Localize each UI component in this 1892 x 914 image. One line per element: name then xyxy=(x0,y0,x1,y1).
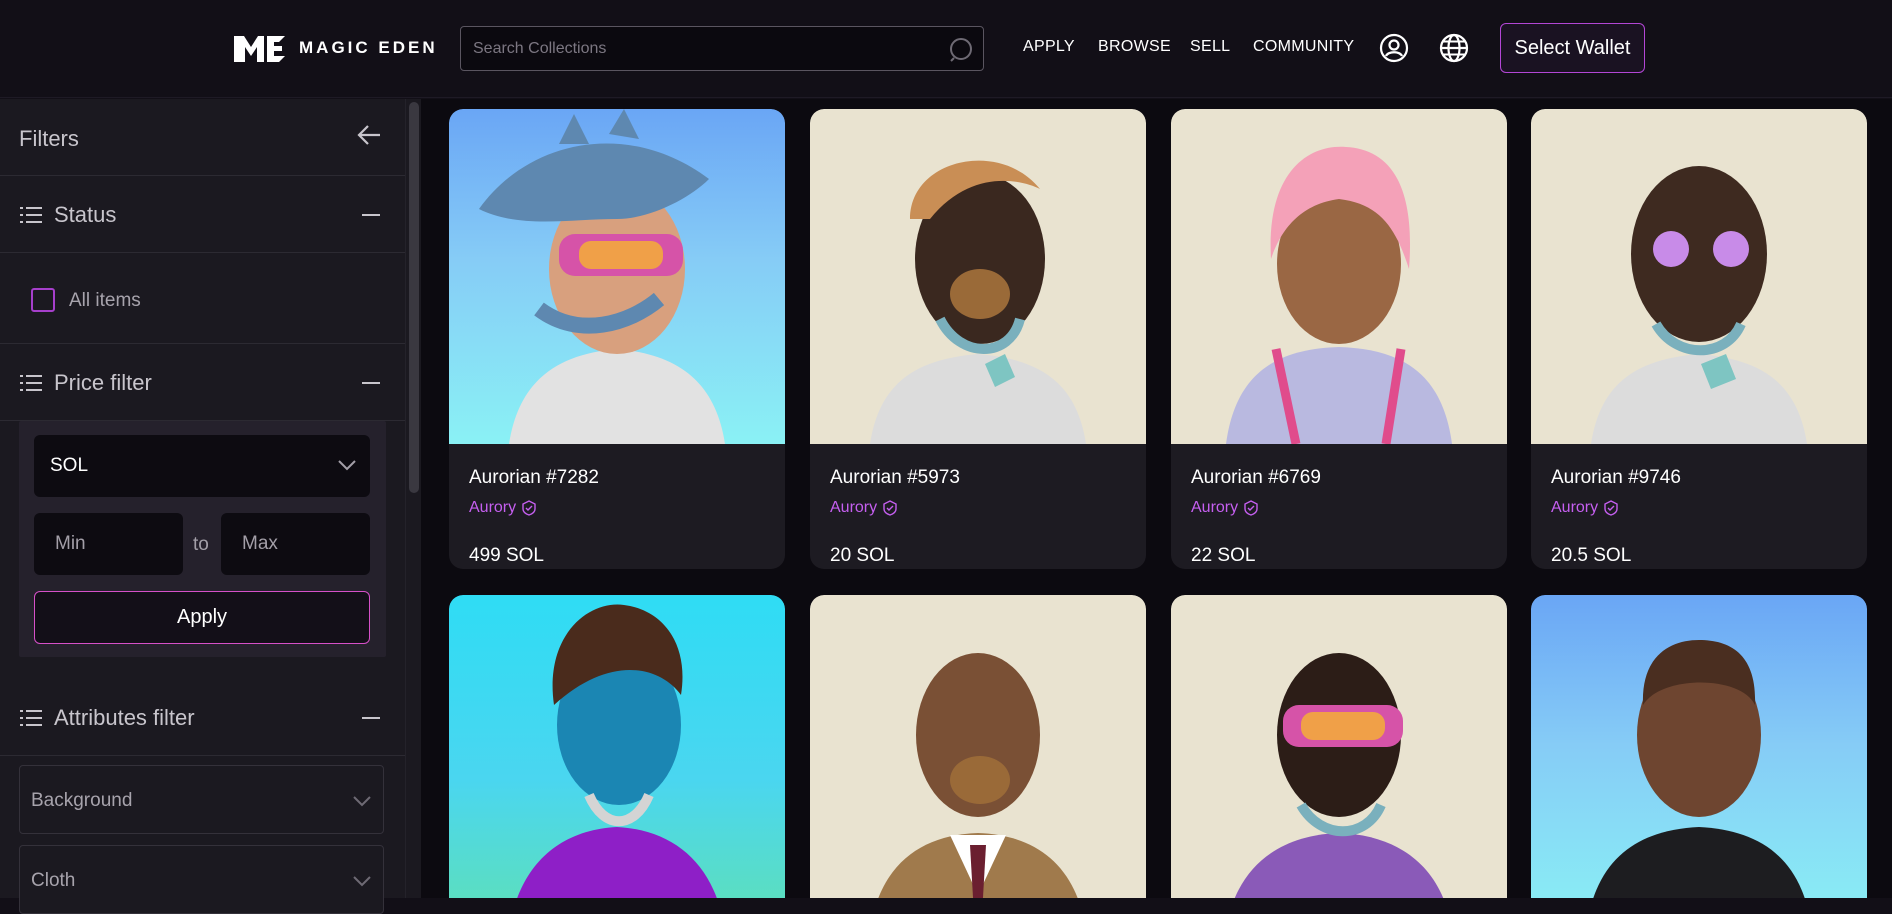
currency-value: SOL xyxy=(50,455,89,476)
min-price-field[interactable] xyxy=(34,513,183,575)
nft-card[interactable]: Aurorian #9746 Aurory 20.5 SOL xyxy=(1531,109,1867,569)
chevron-down-icon xyxy=(338,460,356,471)
aurorian-avatar-image xyxy=(1593,640,1805,898)
cloth-attribute-select[interactable]: Cloth xyxy=(19,845,384,914)
background-attribute-select[interactable]: Background xyxy=(19,765,384,834)
status-label: Status xyxy=(54,202,117,227)
nav-apply[interactable]: APPLY xyxy=(1023,38,1075,56)
nft-card[interactable]: Aurorian #6769 Aurory 22 SOL xyxy=(1171,109,1507,569)
nft-image[interactable] xyxy=(449,109,785,444)
min-price-input[interactable] xyxy=(34,513,183,575)
filters-title: Filters xyxy=(19,126,79,151)
top-header: MAGIC EDEN APPLY BROWSE SELL COMMUNITY S… xyxy=(0,0,1892,98)
sidebar-scrollbar[interactable] xyxy=(405,99,421,898)
nft-card[interactable]: Aurorian #5973 Aurory 20 SOL xyxy=(810,109,1146,569)
max-price-field[interactable] xyxy=(221,513,370,575)
collection-link[interactable]: Aurory xyxy=(1191,499,1259,517)
verified-badge-icon xyxy=(1244,500,1258,516)
verified-badge-icon xyxy=(522,500,536,516)
chevron-down-icon xyxy=(353,796,371,807)
collection-link[interactable]: Aurory xyxy=(1551,499,1619,517)
globe-icon[interactable] xyxy=(1439,33,1469,63)
nft-price: 499 SOL xyxy=(469,545,544,566)
list-icon xyxy=(20,375,42,391)
nft-price: 20 SOL xyxy=(830,545,895,566)
collection-link[interactable]: Aurory xyxy=(469,499,537,517)
nft-grid: Aurorian #7282 Aurory 499 SOL Aurorian #… xyxy=(421,99,1892,898)
select-wallet-button[interactable]: Select Wallet xyxy=(1500,23,1645,73)
aurorian-avatar-image xyxy=(479,109,725,444)
list-icon xyxy=(20,710,42,726)
nft-price: 20.5 SOL xyxy=(1551,545,1632,566)
scrollbar-thumb[interactable] xyxy=(409,102,419,493)
nft-card[interactable] xyxy=(449,595,785,898)
all-items-checkbox[interactable] xyxy=(31,288,55,312)
collection-link[interactable]: Aurory xyxy=(830,499,898,517)
nav-sell[interactable]: SELL xyxy=(1190,38,1230,56)
verified-badge-icon xyxy=(883,500,897,516)
nft-name: Aurorian #7282 xyxy=(469,467,599,488)
search-icon[interactable] xyxy=(947,36,975,64)
collection-name: Aurory xyxy=(1191,499,1239,516)
nft-card[interactable] xyxy=(1531,595,1867,898)
max-price-input[interactable] xyxy=(221,513,370,575)
nft-name: Aurorian #6769 xyxy=(1191,467,1321,488)
nft-image[interactable] xyxy=(810,595,1146,898)
chevron-down-icon xyxy=(353,876,371,887)
background-attribute-label: Background xyxy=(31,790,133,811)
price-filter-section-header[interactable]: Price filter xyxy=(0,344,405,421)
filters-header: Filters xyxy=(0,99,405,176)
logo-text: MAGIC EDEN xyxy=(299,38,438,57)
nft-card[interactable] xyxy=(1171,595,1507,898)
aurorian-avatar-image xyxy=(870,160,1086,444)
nft-card[interactable] xyxy=(810,595,1146,898)
price-filter-label: Price filter xyxy=(54,370,152,395)
price-filter-panel: SOL to Apply xyxy=(19,421,386,657)
currency-select[interactable]: SOL xyxy=(34,435,370,497)
nft-image[interactable] xyxy=(1171,595,1507,898)
nft-card[interactable]: Aurorian #7282 Aurory 499 SOL xyxy=(449,109,785,569)
nft-name: Aurorian #9746 xyxy=(1551,467,1681,488)
list-icon xyxy=(20,207,42,223)
nft-image[interactable] xyxy=(1531,595,1867,898)
aurorian-avatar-image xyxy=(1234,653,1444,898)
nft-image[interactable] xyxy=(1531,109,1867,444)
arrow-left-icon[interactable] xyxy=(355,121,383,149)
nft-image[interactable] xyxy=(449,595,785,898)
aurorian-avatar-image xyxy=(1226,146,1452,444)
collection-name: Aurory xyxy=(469,499,517,516)
attributes-filter-label: Attributes filter xyxy=(54,705,195,730)
nav-browse[interactable]: BROWSE xyxy=(1098,38,1171,56)
nft-price: 22 SOL xyxy=(1191,545,1256,566)
aurorian-avatar-image xyxy=(878,653,1078,898)
aurorian-avatar-image xyxy=(517,604,717,898)
filters-sidebar: Filters Status All items Price filter SO… xyxy=(0,99,405,914)
attributes-filter-section-header[interactable]: Attributes filter xyxy=(0,679,405,756)
to-label: to xyxy=(193,534,209,555)
search-input[interactable] xyxy=(461,27,983,70)
nft-name: Aurorian #5973 xyxy=(830,467,960,488)
apply-price-button[interactable]: Apply xyxy=(34,591,370,644)
user-icon[interactable] xyxy=(1379,33,1409,63)
collection-name: Aurory xyxy=(1551,499,1599,516)
collapse-icon[interactable] xyxy=(362,717,380,719)
status-section-header[interactable]: Status xyxy=(0,176,405,253)
nav-community[interactable]: COMMUNITY xyxy=(1253,38,1354,56)
cloth-attribute-label: Cloth xyxy=(31,870,76,891)
collapse-icon[interactable] xyxy=(362,382,380,384)
aurorian-avatar-image xyxy=(1591,166,1807,444)
status-options: All items xyxy=(0,253,405,344)
magic-eden-logo[interactable]: MAGIC EDEN xyxy=(231,31,438,65)
all-items-label[interactable]: All items xyxy=(69,290,141,312)
search-bar[interactable] xyxy=(460,26,984,71)
nft-image[interactable] xyxy=(810,109,1146,444)
magic-eden-logo-mark-icon xyxy=(234,36,285,62)
verified-badge-icon xyxy=(1604,500,1618,516)
collapse-icon[interactable] xyxy=(362,214,380,216)
collection-name: Aurory xyxy=(830,499,878,516)
nft-image[interactable] xyxy=(1171,109,1507,444)
